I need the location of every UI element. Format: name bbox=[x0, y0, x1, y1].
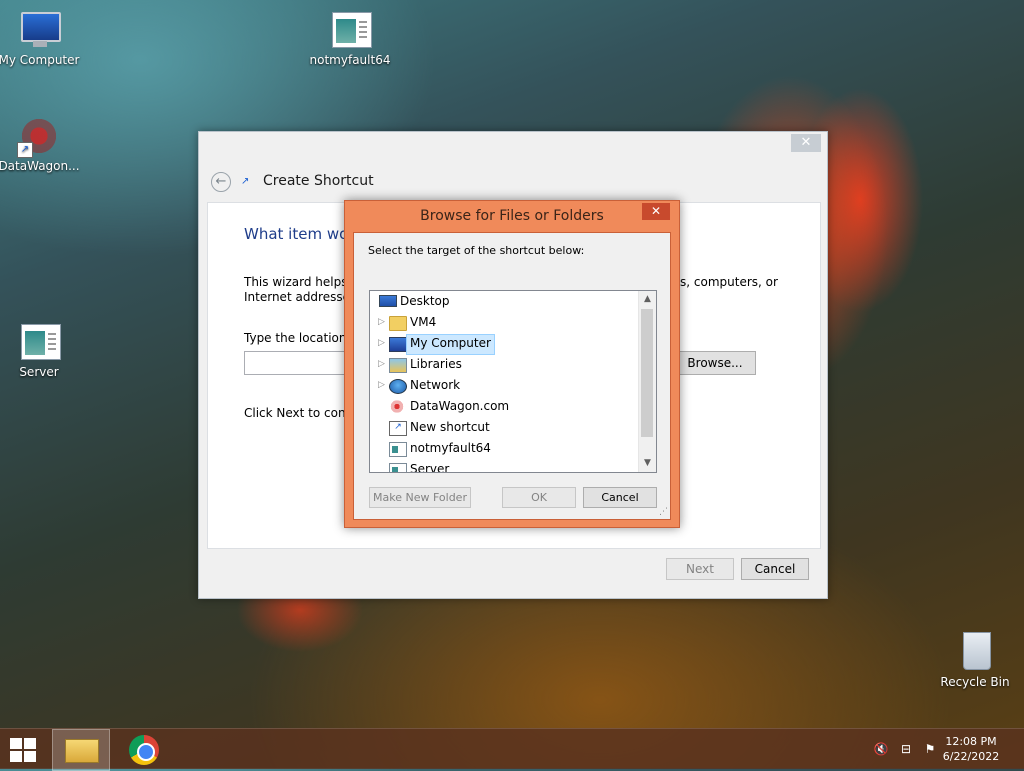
desktop-icon-label: Recycle Bin bbox=[940, 675, 1010, 689]
folder-icon bbox=[389, 316, 407, 331]
taskbar: 🔇 ⊟ ⚑ 12:08 PM 6/22/2022 bbox=[0, 728, 1024, 771]
desktop-icon-label: notmyfault64 bbox=[309, 53, 391, 67]
taskbar-file-explorer[interactable] bbox=[52, 729, 110, 771]
expand-arrow-icon[interactable]: ▷ bbox=[378, 333, 386, 354]
wizard-header: ← ↗ Create Shortcut bbox=[199, 160, 827, 202]
wizard-cancel-button[interactable]: Cancel bbox=[741, 558, 809, 580]
expand-arrow-icon[interactable]: ▷ bbox=[378, 375, 386, 396]
desktop-icon-label: DataWagon... bbox=[0, 159, 80, 173]
wizard-heading: What item wou bbox=[244, 225, 358, 243]
shortcut-icon: ↗ bbox=[241, 176, 250, 187]
windows-logo-icon bbox=[24, 751, 36, 762]
tree-item-libraries[interactable]: ▷ Libraries bbox=[370, 354, 638, 375]
wizard-intro-line2: Internet addresses. bbox=[244, 290, 361, 304]
app-icon bbox=[328, 10, 372, 50]
desktop-icon-label: Server bbox=[19, 365, 59, 379]
tree-scrollbar[interactable]: ▲ ▼ bbox=[638, 291, 656, 472]
web-shortcut-icon: ↗ bbox=[17, 116, 61, 158]
tree-item-label: Network bbox=[410, 378, 461, 392]
computer-icon bbox=[389, 337, 407, 352]
tree-item-label: Server bbox=[410, 462, 450, 473]
volume-muted-icon[interactable]: 🔇 bbox=[873, 741, 889, 757]
desktop-icon-recycle-bin[interactable]: Recycle Bin bbox=[933, 632, 1017, 689]
tree-item-label: Desktop bbox=[400, 294, 450, 308]
ok-button[interactable]: OK bbox=[502, 487, 576, 508]
wizard-title: Create Shortcut bbox=[263, 173, 374, 189]
tree-item-server[interactable]: Server bbox=[370, 459, 638, 473]
browse-button[interactable]: Browse... bbox=[674, 351, 756, 375]
scroll-up-icon[interactable]: ▲ bbox=[639, 291, 656, 308]
clock-date: 6/22/2022 bbox=[942, 750, 1000, 763]
tree-item-new-shortcut[interactable]: ↗ New shortcut bbox=[370, 417, 638, 438]
browse-cancel-button[interactable]: Cancel bbox=[583, 487, 657, 508]
tree-item-label: Libraries bbox=[410, 357, 462, 371]
expand-arrow-icon[interactable]: ▷ bbox=[378, 354, 386, 375]
expand-arrow-icon[interactable]: ▷ bbox=[378, 312, 386, 333]
tree-item-my-computer[interactable]: ▷ My Computer bbox=[370, 333, 638, 355]
network-icon bbox=[389, 379, 407, 394]
scroll-down-icon[interactable]: ▼ bbox=[639, 455, 656, 472]
tree-item-network[interactable]: ▷ Network bbox=[370, 375, 638, 396]
computer-icon bbox=[17, 10, 61, 50]
desktop-icon-server[interactable]: Server bbox=[0, 322, 81, 379]
desktop-icon bbox=[379, 295, 397, 307]
recycle-bin-icon bbox=[953, 632, 997, 672]
shortcut-arrow-icon: ↗ bbox=[17, 142, 33, 158]
app-icon bbox=[389, 442, 407, 457]
tree-item-label: DataWagon.com bbox=[410, 399, 510, 413]
resize-grip-icon[interactable]: ⋰ bbox=[659, 507, 668, 517]
app-icon bbox=[17, 322, 61, 362]
browse-prompt: Select the target of the shortcut below: bbox=[368, 244, 585, 257]
folder-tree[interactable]: Desktop ▷ VM4 ▷ My Computer ▷ Libraries … bbox=[369, 290, 657, 473]
make-new-folder-button[interactable]: Make New Folder bbox=[369, 487, 471, 508]
chrome-icon bbox=[129, 735, 159, 765]
tree-item-label: notmyfault64 bbox=[410, 441, 491, 455]
app-icon bbox=[389, 463, 407, 472]
wizard-close-button[interactable]: ✕ bbox=[791, 134, 821, 152]
location-label: Type the location o bbox=[244, 331, 358, 345]
wizard-intro-right: s, computers, or bbox=[680, 275, 778, 289]
desktop-icon-my-computer[interactable]: My Computer bbox=[0, 10, 81, 67]
tree-item-label: My Computer bbox=[406, 334, 495, 355]
libraries-icon bbox=[389, 358, 407, 373]
browse-close-button[interactable]: ✕ bbox=[642, 203, 670, 220]
network-tray-icon[interactable]: ⊟ bbox=[898, 741, 914, 757]
next-button[interactable]: Next bbox=[666, 558, 734, 580]
back-arrow-icon[interactable]: ← bbox=[211, 172, 231, 192]
clock-time: 12:08 PM bbox=[945, 735, 997, 748]
windows-logo-icon bbox=[10, 738, 22, 749]
windows-logo-icon bbox=[24, 738, 36, 749]
location-input[interactable] bbox=[244, 351, 346, 375]
file-explorer-icon bbox=[65, 739, 99, 763]
tree-item-label: New shortcut bbox=[410, 420, 490, 434]
windows-logo-icon bbox=[10, 751, 22, 762]
desktop-icon-notmyfault64[interactable]: notmyfault64 bbox=[308, 10, 392, 67]
web-shortcut-icon bbox=[389, 400, 405, 413]
tree-item-vm4[interactable]: ▷ VM4 bbox=[370, 312, 638, 333]
taskbar-chrome[interactable] bbox=[124, 731, 164, 767]
browse-dialog-title: Browse for Files or Folders bbox=[420, 208, 604, 224]
desktop-icon-label: My Computer bbox=[0, 53, 80, 67]
desktop-icon-datawagon[interactable]: ↗ DataWagon... bbox=[0, 116, 81, 173]
scrollbar-thumb[interactable] bbox=[641, 309, 653, 437]
tree-item-label: VM4 bbox=[410, 315, 437, 329]
browse-dialog: Browse for Files or Folders ✕ Select the… bbox=[344, 200, 680, 528]
tree-item-desktop[interactable]: Desktop bbox=[370, 291, 638, 312]
tree-item-notmyfault64[interactable]: notmyfault64 bbox=[370, 438, 638, 459]
browse-dialog-content: Select the target of the shortcut below:… bbox=[353, 232, 671, 520]
start-button[interactable] bbox=[8, 737, 38, 763]
system-clock[interactable]: 12:08 PM 6/22/2022 bbox=[936, 734, 1006, 764]
tree-item-datawagon[interactable]: DataWagon.com bbox=[370, 396, 638, 417]
shortcut-icon: ↗ bbox=[389, 421, 407, 436]
